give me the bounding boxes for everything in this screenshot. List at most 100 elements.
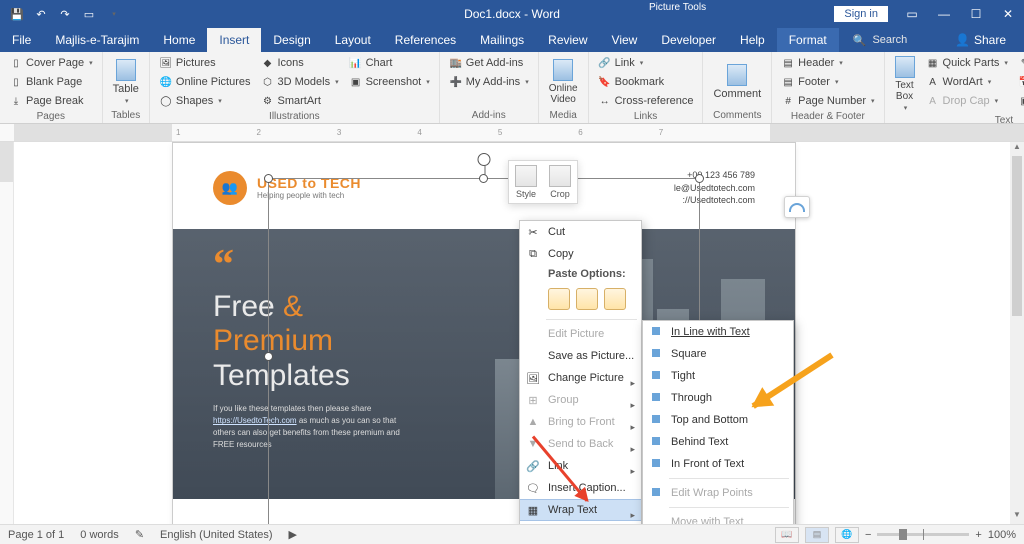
crop-button[interactable]: Crop	[543, 161, 577, 203]
object-button[interactable]: ▣Object	[1015, 92, 1024, 110]
tab-references[interactable]: References	[383, 28, 468, 52]
wrap-inline[interactable]: In Line with Text	[643, 321, 793, 343]
share-button[interactable]: 👤Share	[955, 33, 1006, 47]
wordart-button[interactable]: AWordArt	[923, 73, 1011, 91]
quick-parts-button[interactable]: ▦Quick Parts	[923, 54, 1011, 72]
textbox-button[interactable]: Text Box	[891, 54, 919, 114]
status-words[interactable]: 0 words	[80, 529, 119, 541]
close-icon[interactable]: ✕	[992, 0, 1024, 28]
cross-ref-button[interactable]: ↔Cross-reference	[595, 92, 697, 110]
paste-keep-formatting[interactable]	[548, 288, 570, 310]
chart-button[interactable]: 📊Chart	[346, 54, 433, 72]
tab-help[interactable]: Help	[728, 28, 777, 52]
online-pictures-button[interactable]: 🌐Online Pictures	[156, 73, 254, 91]
qat-more-icon[interactable]: ▭	[78, 3, 100, 25]
online-video-button[interactable]: Online Video	[545, 54, 582, 109]
cut-icon: ✂	[525, 226, 541, 239]
vertical-scrollbar[interactable]: ▲ ▼	[1010, 142, 1024, 524]
status-macros-icon[interactable]: ▶	[289, 528, 297, 541]
minimize-icon[interactable]: —	[928, 0, 960, 28]
screenshot-button[interactable]: ▣Screenshot	[346, 73, 433, 91]
handle-n[interactable]	[479, 174, 488, 183]
header-button[interactable]: ▤Header	[778, 54, 877, 72]
icons-button[interactable]: ◆Icons	[258, 54, 342, 72]
handle-w[interactable]	[264, 352, 273, 361]
qat-customize-icon[interactable]	[102, 3, 124, 25]
scroll-down-icon[interactable]: ▼	[1010, 510, 1024, 524]
tab-insert[interactable]: Insert	[207, 28, 261, 52]
shapes-button[interactable]: ◯Shapes	[156, 92, 254, 110]
wrap-in-front[interactable]: In Front of Text	[643, 453, 793, 475]
table-button[interactable]: Table	[109, 54, 143, 109]
zoom-slider[interactable]	[877, 533, 969, 536]
blank-page-button[interactable]: ▯Blank Page	[6, 73, 96, 91]
signature-icon: ✎	[1018, 56, 1024, 70]
pictures-button[interactable]: 🖼Pictures	[156, 54, 254, 72]
vertical-ruler[interactable]	[0, 142, 14, 524]
menu-link[interactable]: 🔗Link	[520, 455, 641, 477]
view-read-mode[interactable]: 📖	[775, 527, 799, 543]
my-addins-button[interactable]: ➕My Add-ins	[446, 73, 532, 91]
link-button[interactable]: 🔗Link	[595, 54, 697, 72]
tab-format[interactable]: Format	[777, 28, 839, 52]
wrap-tight[interactable]: Tight	[643, 365, 793, 387]
search-box[interactable]: 🔍Search	[853, 34, 908, 47]
save-icon[interactable]: 💾	[6, 3, 28, 25]
smartart-button[interactable]: ⚙SmartArt	[258, 92, 342, 110]
wrap-square[interactable]: Square	[643, 343, 793, 365]
footer-button[interactable]: ▤Footer	[778, 73, 877, 91]
menu-change-picture[interactable]: 🖼Change Picture	[520, 367, 641, 389]
scroll-thumb[interactable]	[1012, 156, 1022, 316]
bookmark-button[interactable]: 🔖Bookmark	[595, 73, 697, 91]
undo-icon[interactable]: ↶	[30, 3, 52, 25]
view-web-layout[interactable]: 🌐	[835, 527, 859, 543]
scroll-up-icon[interactable]: ▲	[1010, 142, 1024, 156]
cover-page-button[interactable]: ▯Cover Page	[6, 54, 96, 72]
menu-copy[interactable]: ⧉Copy	[520, 243, 641, 265]
rotate-handle[interactable]	[478, 153, 491, 166]
tab-mailings[interactable]: Mailings	[468, 28, 536, 52]
zoom-out-button[interactable]: −	[865, 529, 871, 541]
wrap-top-bottom[interactable]: Top and Bottom	[643, 409, 793, 431]
tab-developer[interactable]: Developer	[649, 28, 728, 52]
status-page[interactable]: Page 1 of 1	[8, 529, 64, 541]
handle-nw[interactable]	[264, 174, 273, 183]
style-button[interactable]: Style	[509, 161, 543, 203]
date-time-button[interactable]: 📅Date & Time	[1015, 73, 1024, 91]
paste-merge[interactable]	[576, 288, 598, 310]
drop-cap-button[interactable]: ADrop Cap	[923, 92, 1011, 110]
status-proofing-icon[interactable]: ✎	[135, 528, 144, 541]
sign-in-button[interactable]: Sign in	[834, 6, 888, 22]
shapes-icon: ◯	[159, 94, 173, 108]
status-language[interactable]: English (United States)	[160, 529, 273, 541]
tab-file[interactable]: File	[0, 28, 43, 52]
tab-review[interactable]: Review	[536, 28, 599, 52]
horizontal-ruler[interactable]: 1234567	[0, 124, 1024, 142]
tab-majlis[interactable]: Majlis-e-Tarajim	[43, 28, 151, 52]
zoom-in-button[interactable]: +	[975, 529, 981, 541]
paste-picture[interactable]	[604, 288, 626, 310]
view-print-layout[interactable]: ▤	[805, 527, 829, 543]
menu-cut[interactable]: ✂Cut	[520, 221, 641, 243]
tab-layout[interactable]: Layout	[323, 28, 383, 52]
tab-home[interactable]: Home	[151, 28, 207, 52]
handle-ne[interactable]	[695, 174, 704, 183]
ribbon-options-icon[interactable]: ▭	[896, 0, 928, 28]
3d-models-button[interactable]: ⬡3D Models	[258, 73, 342, 91]
page-number-button[interactable]: #Page Number	[778, 92, 877, 110]
signature-line-button[interactable]: ✎Signature Line	[1015, 54, 1024, 72]
redo-icon[interactable]: ↷	[54, 3, 76, 25]
tab-design[interactable]: Design	[261, 28, 322, 52]
maximize-icon[interactable]: ☐	[960, 0, 992, 28]
tab-view[interactable]: View	[600, 28, 650, 52]
zoom-level[interactable]: 100%	[988, 529, 1016, 541]
menu-save-as-picture[interactable]: Save as Picture...	[520, 345, 641, 367]
layout-options-button[interactable]	[784, 196, 810, 218]
textbox-icon	[895, 56, 915, 78]
wrap-behind-text[interactable]: Behind Text	[643, 431, 793, 453]
page-break-button[interactable]: ⤓Page Break	[6, 92, 96, 110]
document-canvas[interactable]: 👥 USED to TECH Helping people with tech …	[0, 142, 1010, 524]
get-addins-button[interactable]: 🏬Get Add-ins	[446, 54, 532, 72]
video-icon	[553, 59, 573, 81]
comment-button[interactable]: Comment	[709, 54, 765, 109]
